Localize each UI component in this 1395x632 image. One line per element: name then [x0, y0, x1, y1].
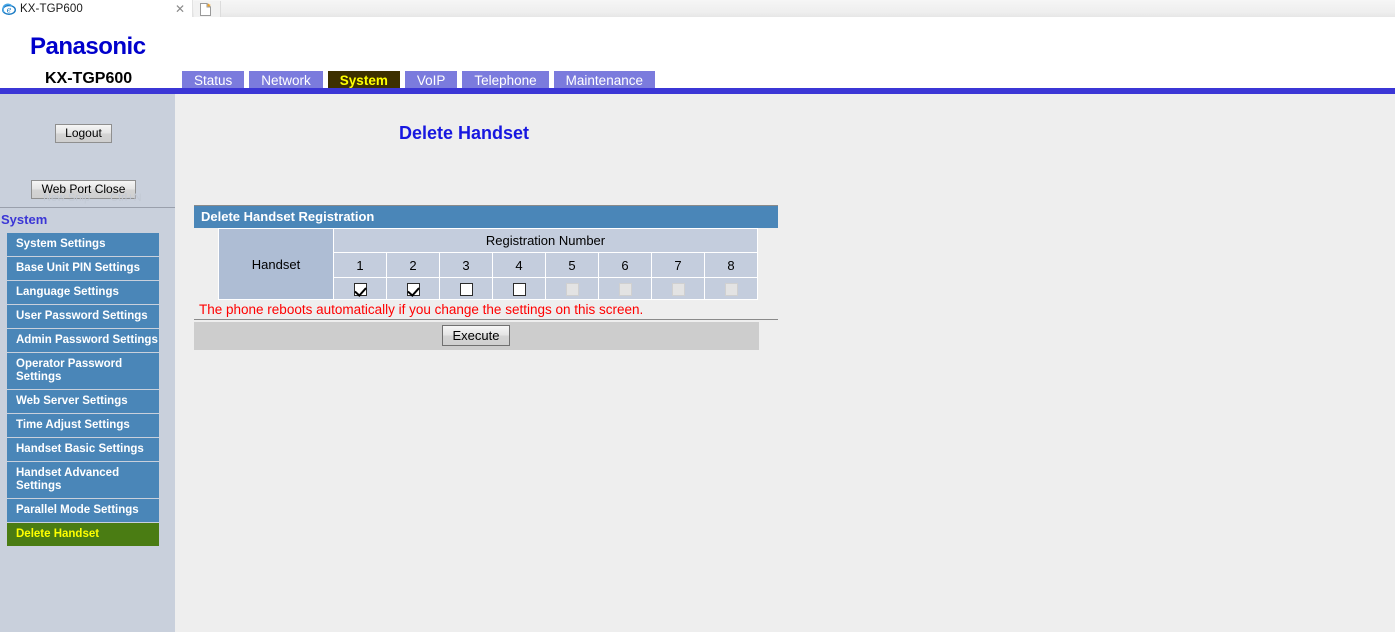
handset-checkbox-cell-7	[652, 278, 705, 300]
sidebar: Logout Web Port Close New SnipCtrl+N Sys…	[0, 94, 175, 632]
handset-checkbox-cell-8	[705, 278, 758, 300]
new-tab-button[interactable]	[194, 1, 221, 18]
handset-checkbox-1[interactable]	[354, 283, 367, 296]
table-row-group-header: Handset Registration Number	[219, 229, 758, 253]
registration-number-7: 7	[652, 253, 705, 278]
sidebar-item-base-unit-pin-settings[interactable]: Base Unit PIN Settings	[7, 257, 159, 280]
handset-checkbox-8	[725, 283, 738, 296]
registration-number-header: Registration Number	[334, 229, 758, 253]
model-name: KX-TGP600	[45, 70, 132, 88]
svg-text:e: e	[7, 5, 12, 14]
handset-checkbox-3[interactable]	[460, 283, 473, 296]
sidebar-item-web-server-settings[interactable]: Web Server Settings	[7, 390, 159, 413]
sidebar-item-admin-password-settings[interactable]: Admin Password Settings	[7, 329, 159, 352]
new-tab-icon	[200, 3, 211, 16]
handset-checkbox-7	[672, 283, 685, 296]
panasonic-logo: Panasonic	[30, 33, 146, 61]
sidebar-item-handset-basic-settings[interactable]: Handset Basic Settings	[7, 438, 159, 461]
registration-number-5: 5	[546, 253, 599, 278]
handset-checkbox-2[interactable]	[407, 283, 420, 296]
handset-checkbox-cell-3	[440, 278, 493, 300]
registration-number-2: 2	[387, 253, 440, 278]
browser-tab-strip: e KX-TGP600 ✕	[0, 0, 1395, 17]
sidebar-item-handset-advanced-settings[interactable]: Handset Advanced Settings	[7, 462, 159, 498]
handset-checkbox-cell-1	[334, 278, 387, 300]
internet-explorer-logo-icon: e	[2, 2, 16, 16]
page-title: Delete Handset	[399, 123, 529, 144]
action-bar: Execute	[194, 322, 759, 350]
sidebar-section-title: System	[1, 212, 47, 227]
sidebar-divider	[0, 207, 175, 208]
handset-checkbox-6	[619, 283, 632, 296]
logout-button[interactable]: Logout	[55, 124, 112, 143]
handset-checkbox-5	[566, 283, 579, 296]
browser-tab[interactable]: e KX-TGP600 ✕	[0, 0, 193, 17]
sidebar-item-user-password-settings[interactable]: User Password Settings	[7, 305, 159, 328]
handset-checkbox-cell-4	[493, 278, 546, 300]
handset-checkbox-4[interactable]	[513, 283, 526, 296]
registration-number-3: 3	[440, 253, 493, 278]
sidebar-item-parallel-mode-settings[interactable]: Parallel Mode Settings	[7, 499, 159, 522]
site-header: Panasonic KX-TGP600 StatusNetworkSystemV…	[0, 17, 1395, 88]
panel-heading: Delete Handset Registration	[194, 206, 778, 228]
sidebar-menu: System SettingsBase Unit PIN SettingsLan…	[7, 233, 159, 547]
sidebar-item-delete-handset[interactable]: Delete Handset	[7, 523, 159, 546]
main-content: Delete Handset Delete Handset Registrati…	[175, 94, 1395, 632]
sidebar-item-operator-password-settings[interactable]: Operator Password Settings	[7, 353, 159, 389]
close-icon[interactable]: ✕	[172, 1, 188, 17]
browser-tab-title: KX-TGP600	[20, 3, 172, 15]
execute-button[interactable]: Execute	[442, 325, 510, 346]
panel-bottom-divider	[194, 319, 778, 320]
handset-checkbox-cell-5	[546, 278, 599, 300]
handset-checkbox-cell-6	[599, 278, 652, 300]
handset-registration-table: Handset Registration Number 12345678	[218, 228, 758, 300]
handset-checkbox-cell-2	[387, 278, 440, 300]
sidebar-item-system-settings[interactable]: System Settings	[7, 233, 159, 256]
delete-handset-panel: Delete Handset Registration Handset Regi…	[194, 205, 778, 350]
handset-label-cell: Handset	[219, 229, 334, 300]
registration-number-1: 1	[334, 253, 387, 278]
web-port-close-button[interactable]: Web Port Close	[31, 180, 136, 199]
registration-number-8: 8	[705, 253, 758, 278]
warning-message: The phone reboots automatically if you c…	[199, 302, 778, 317]
registration-number-6: 6	[599, 253, 652, 278]
registration-number-4: 4	[493, 253, 546, 278]
browser-chrome: e KX-TGP600 ✕	[0, 0, 1395, 17]
sidebar-item-time-adjust-settings[interactable]: Time Adjust Settings	[7, 414, 159, 437]
sidebar-item-language-settings[interactable]: Language Settings	[7, 281, 159, 304]
